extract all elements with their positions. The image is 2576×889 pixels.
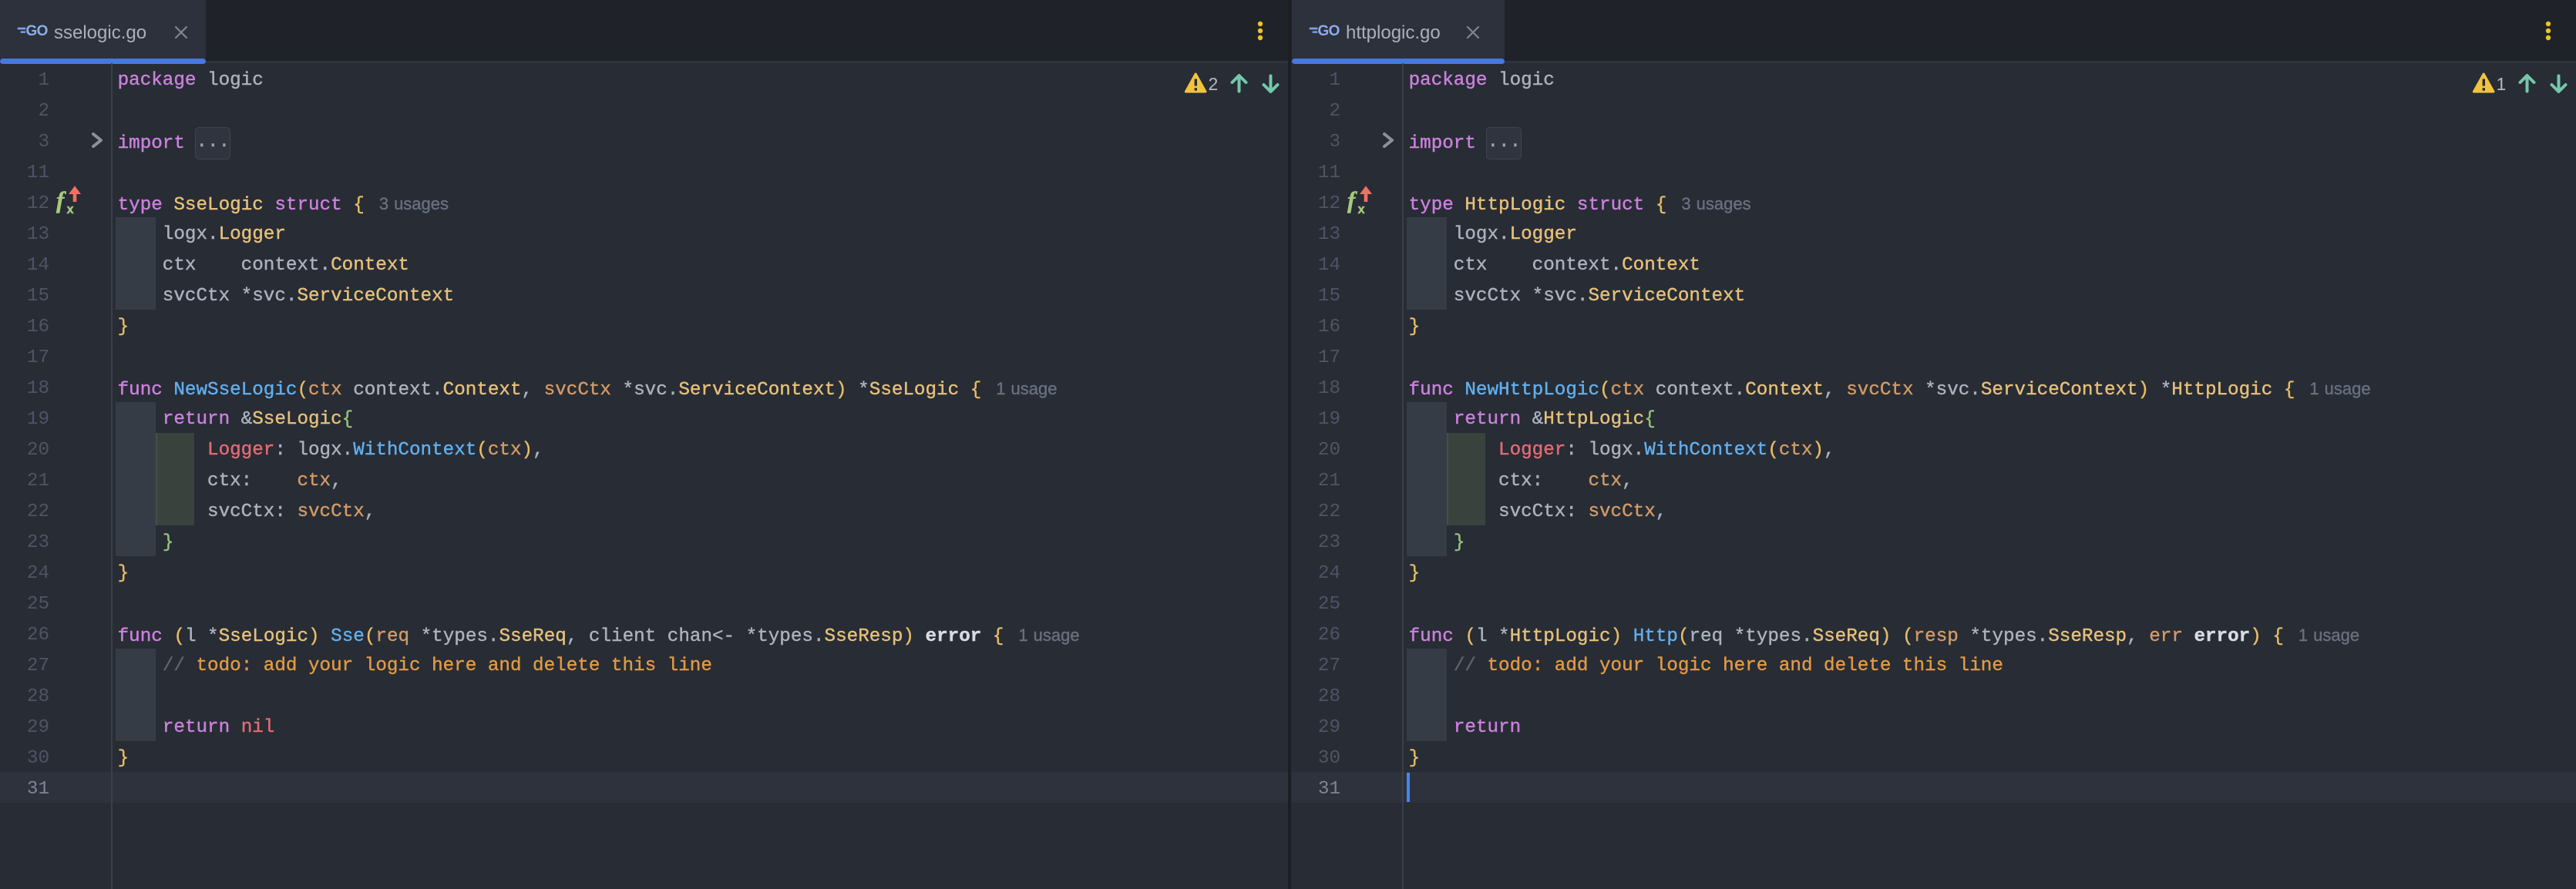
svg-text:f: f [1347,186,1357,213]
svg-text:x: x [67,203,75,216]
svg-text:1: 1 [2497,74,2507,94]
svg-text:GO: GO [26,23,48,39]
svg-text:x: x [1358,203,1366,216]
svg-text:f: f [56,186,66,213]
svg-text:2: 2 [1209,74,1219,94]
svg-text:GO: GO [1318,23,1340,39]
